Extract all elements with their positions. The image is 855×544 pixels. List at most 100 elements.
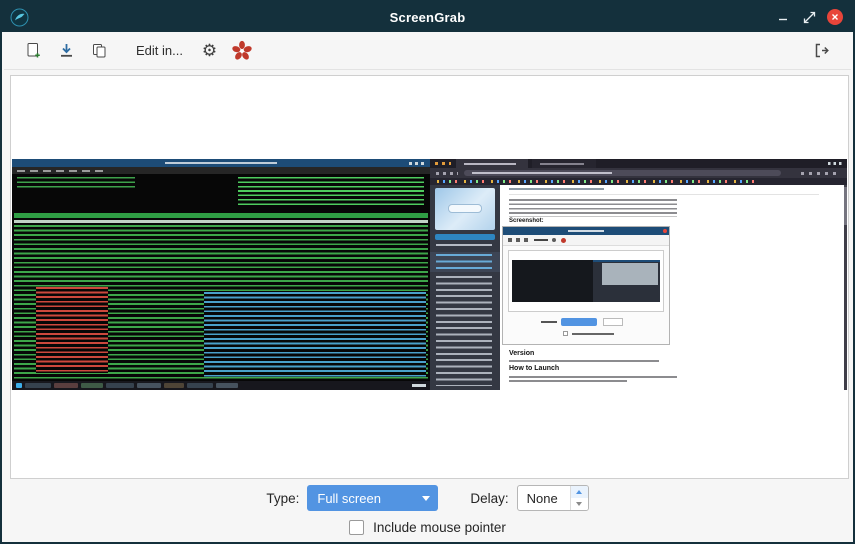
docs-breadcrumb bbox=[509, 188, 604, 190]
edit-in-button[interactable]: Edit in... bbox=[126, 37, 193, 65]
docs-how-paragraph bbox=[509, 380, 627, 382]
capture-controls: Type: Full screen Delay: None Include mo… bbox=[4, 479, 851, 540]
sidebar-nav-items bbox=[436, 244, 492, 250]
include-pointer-checkbox[interactable] bbox=[349, 520, 364, 535]
docs-how-paragraph bbox=[509, 376, 677, 378]
maximize-icon bbox=[803, 11, 816, 24]
docs-divider bbox=[509, 194, 819, 195]
toolbar: Edit in... ⚙ bbox=[4, 32, 851, 70]
minimize-button[interactable] bbox=[773, 7, 793, 27]
close-button[interactable] bbox=[825, 7, 845, 27]
nested-checkbox bbox=[563, 331, 568, 336]
browser-tab bbox=[532, 159, 596, 168]
copy-icon bbox=[91, 42, 108, 59]
copy-button[interactable] bbox=[83, 36, 116, 66]
nested-close-icon bbox=[663, 229, 667, 233]
nested-checkbox-label bbox=[572, 333, 614, 335]
screengrab-logo-button[interactable] bbox=[226, 36, 259, 66]
screengrab-logo-icon bbox=[231, 40, 253, 62]
titlebar[interactable]: ScreenGrab bbox=[2, 2, 853, 32]
spinner-buttons bbox=[570, 486, 588, 510]
browser-window: Screenshot: bbox=[430, 159, 847, 390]
nested-type-label bbox=[541, 321, 557, 323]
terminal-summary-block bbox=[238, 177, 424, 205]
nested-screengrab-screenshot bbox=[502, 226, 670, 345]
terminal-menubar bbox=[12, 167, 430, 174]
save-icon bbox=[58, 42, 75, 59]
sidebar-logo-detail bbox=[448, 204, 482, 213]
taskbar-item bbox=[137, 383, 161, 388]
chevron-up-icon bbox=[576, 487, 582, 494]
browser-toolbar-icons bbox=[801, 172, 841, 175]
terminal-body bbox=[12, 174, 430, 381]
save-button[interactable] bbox=[50, 36, 83, 66]
sidebar-logo-image bbox=[435, 188, 495, 230]
browser-urlbar bbox=[464, 170, 781, 176]
docs-intro-paragraph bbox=[509, 199, 677, 217]
nested-edit-label bbox=[534, 239, 548, 241]
chevron-down-icon bbox=[576, 502, 582, 509]
type-delay-row: Type: Full screen Delay: None bbox=[266, 485, 588, 511]
close-icon bbox=[827, 9, 843, 25]
type-label: Type: bbox=[266, 491, 299, 506]
browser-tab-title bbox=[540, 163, 584, 165]
screenshot-thumbnail: Screenshot: bbox=[12, 159, 847, 390]
terminal-prompt-lines bbox=[17, 177, 135, 189]
taskbar-item bbox=[54, 383, 78, 388]
taskbar-item bbox=[106, 383, 134, 388]
type-combobox[interactable]: Full screen bbox=[307, 485, 438, 511]
type-value: Full screen bbox=[317, 491, 381, 506]
maximize-button[interactable] bbox=[799, 7, 819, 27]
nested-preview-area bbox=[508, 250, 664, 312]
sidebar-search-box bbox=[435, 234, 495, 240]
docs-screenshot-heading: Screenshot: bbox=[509, 218, 544, 224]
spin-up-button[interactable] bbox=[571, 486, 588, 498]
screenshot-preview-area: Screenshot: bbox=[10, 75, 849, 479]
nested-type-combobox bbox=[561, 318, 597, 326]
browser-page: Screenshot: bbox=[430, 185, 847, 390]
settings-button[interactable]: ⚙ bbox=[193, 36, 226, 66]
browser-bookmarks-bar bbox=[430, 178, 847, 185]
nested-toolbar-icon bbox=[524, 238, 528, 242]
nested-logo-icon bbox=[561, 238, 566, 243]
quit-icon bbox=[813, 42, 830, 59]
browser-scrollbar-thumb bbox=[844, 187, 847, 225]
new-screenshot-icon bbox=[25, 42, 42, 59]
browser-tab-favicons bbox=[435, 162, 451, 165]
terminal-selected-row bbox=[14, 220, 428, 224]
browser-scrollbar bbox=[844, 185, 847, 390]
terminal-red-status-text bbox=[36, 287, 108, 373]
taskbar-item bbox=[216, 383, 238, 388]
nested-titlebar bbox=[503, 227, 669, 235]
sidebar-current-items bbox=[436, 254, 492, 270]
terminal-title-text bbox=[165, 162, 277, 164]
browser-active-tab bbox=[456, 159, 528, 168]
taskbar-clock bbox=[412, 384, 426, 387]
minimize-icon bbox=[778, 12, 788, 22]
sidebar-nav-items bbox=[436, 276, 492, 386]
delay-label: Delay: bbox=[470, 491, 508, 506]
taskbar-item bbox=[164, 383, 184, 388]
docs-how-heading: How to Launch bbox=[509, 365, 559, 372]
desktop-taskbar bbox=[12, 381, 430, 390]
quit-button[interactable] bbox=[805, 36, 838, 66]
browser-url-text bbox=[472, 172, 612, 174]
taskbar-item bbox=[81, 383, 103, 388]
terminal-window-buttons bbox=[409, 162, 426, 165]
terminal-menu-items bbox=[17, 170, 103, 172]
nested-delay-spinbox bbox=[603, 318, 623, 326]
gear-icon: ⚙ bbox=[202, 42, 217, 59]
docs-content: Screenshot: bbox=[500, 185, 843, 390]
nested-toolbar-icon bbox=[516, 238, 520, 242]
taskbar-launcher bbox=[16, 383, 22, 388]
browser-nav-buttons bbox=[436, 172, 458, 175]
browser-navbar bbox=[430, 168, 847, 178]
nested-gear-icon bbox=[552, 238, 556, 242]
delay-spinbox[interactable]: None bbox=[517, 485, 589, 511]
new-screenshot-button[interactable] bbox=[17, 36, 50, 66]
spin-down-button[interactable] bbox=[571, 498, 588, 510]
browser-tabbar bbox=[430, 159, 847, 168]
browser-bookmark-items bbox=[437, 180, 757, 183]
terminal-window bbox=[12, 159, 430, 390]
screengrab-window: ScreenGrab bbox=[0, 0, 855, 544]
